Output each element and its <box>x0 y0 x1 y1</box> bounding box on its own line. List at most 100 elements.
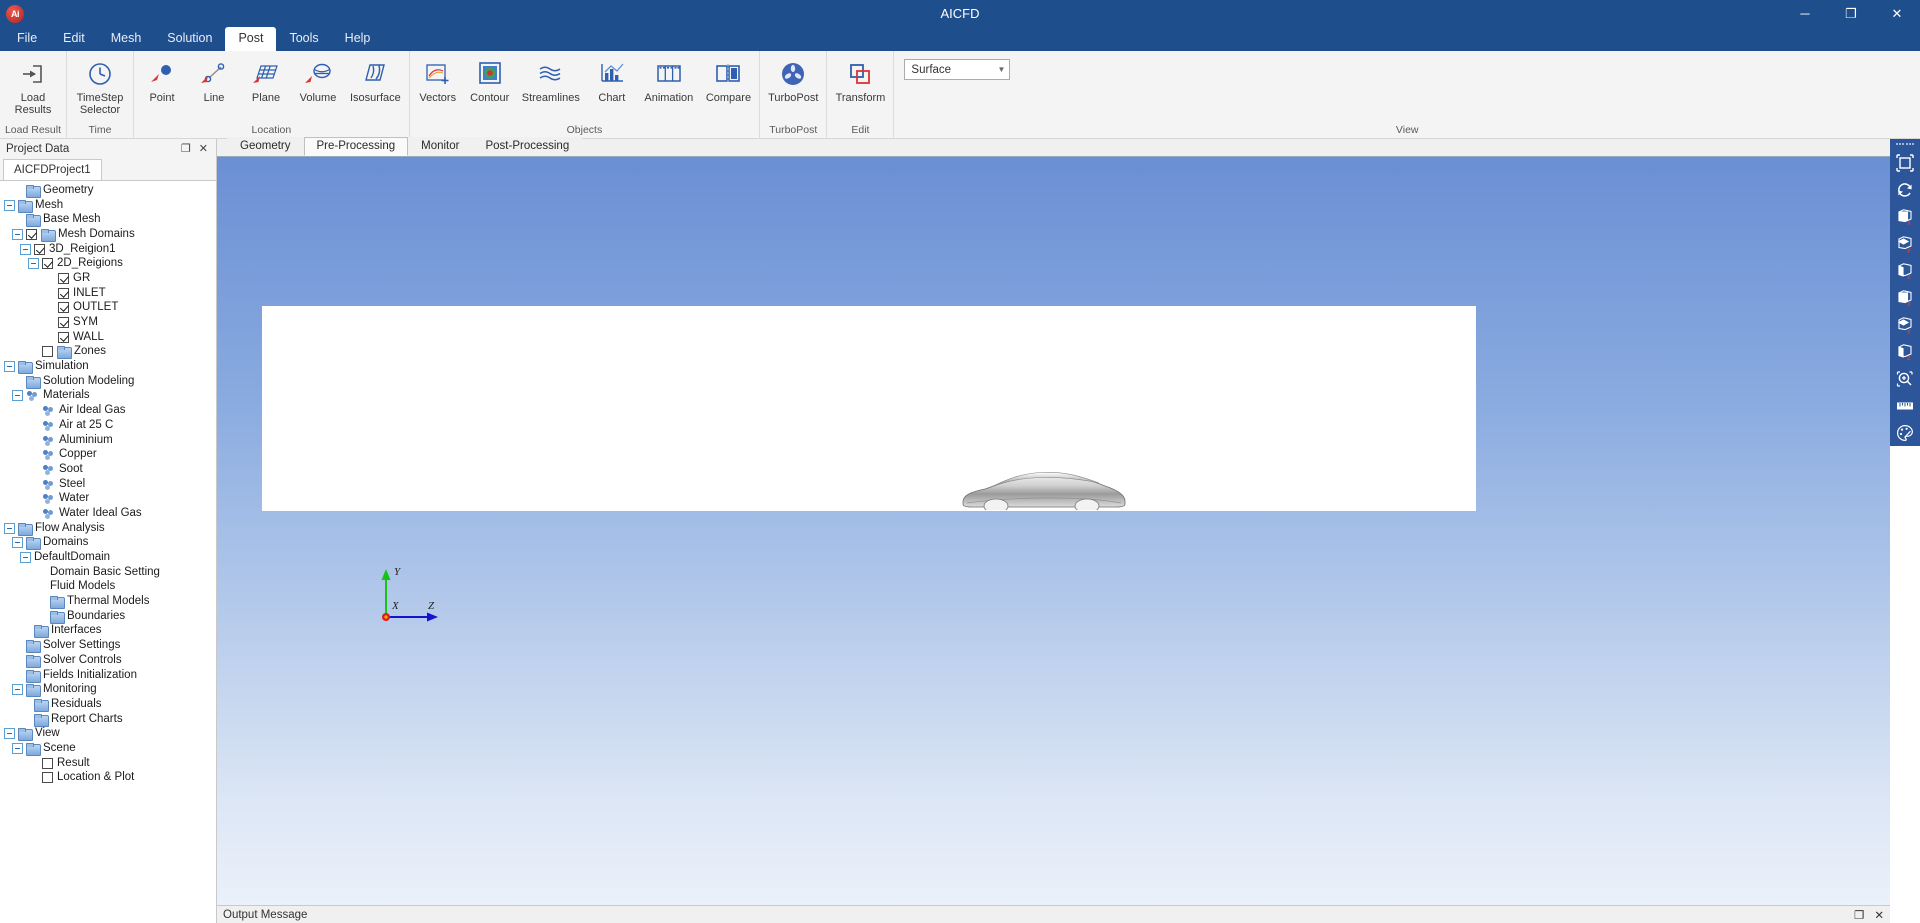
maximize-button[interactable]: ❐ <box>1828 0 1874 27</box>
minimize-button[interactable]: ─ <box>1782 0 1828 27</box>
tree-node-view[interactable]: View <box>0 726 216 742</box>
collapse-icon[interactable] <box>4 361 15 373</box>
panel-close-icon[interactable]: ✕ <box>199 143 208 155</box>
tree-node-water[interactable]: Water <box>0 491 216 506</box>
view-neg-z-icon[interactable]: z <box>1892 338 1918 365</box>
tree-node-fluid-models[interactable]: Fluid Models <box>0 580 216 595</box>
tree-node-domain-basic-setting[interactable]: Domain Basic Setting <box>0 565 216 580</box>
viewport-tab-monitor[interactable]: Monitor <box>408 137 473 156</box>
color-palette-icon[interactable] <box>1892 419 1918 446</box>
menu-item-edit[interactable]: Edit <box>50 27 98 51</box>
collapse-icon[interactable] <box>4 728 15 740</box>
viewport-tab-geometry[interactable]: Geometry <box>227 137 304 156</box>
tree-node-flow-analysis[interactable]: Flow Analysis <box>0 521 216 536</box>
tree-node-soot[interactable]: Soot <box>0 462 216 477</box>
tree-node-domains[interactable]: Domains <box>0 536 216 551</box>
ribbon-button-streamlines[interactable]: Streamlines <box>516 55 586 121</box>
tree-checkbox[interactable] <box>42 346 53 358</box>
tree-node-materials[interactable]: Materials <box>0 389 216 404</box>
close-button[interactable]: ✕ <box>1874 0 1920 27</box>
tree-checkbox[interactable] <box>58 302 69 314</box>
tree-node-solution-modeling[interactable]: Solution Modeling <box>0 374 216 389</box>
ribbon-button-transform[interactable]: Transform <box>829 55 891 121</box>
3d-viewport[interactable]: Y X Z Output Message ❐ ✕ <box>217 157 1890 923</box>
tree-node-mesh[interactable]: Mesh <box>0 198 216 213</box>
tree-node-fields-initialization[interactable]: Fields Initialization <box>0 668 216 683</box>
menu-item-help[interactable]: Help <box>332 27 384 51</box>
menu-item-post[interactable]: Post <box>225 27 277 51</box>
tree-node-gr[interactable]: GR <box>0 271 216 286</box>
chevron-down-icon[interactable]: ▼ <box>998 65 1006 74</box>
collapse-icon[interactable] <box>12 684 23 696</box>
tree-node-scene[interactable]: Scene <box>0 741 216 756</box>
tree-node-2d-reigions[interactable]: 2D_Reigions <box>0 256 216 271</box>
tree-checkbox[interactable] <box>42 258 53 270</box>
tree-node-air-at-25-c[interactable]: Air at 25 C <box>0 418 216 433</box>
tree-node-wall[interactable]: WALL <box>0 330 216 345</box>
collapse-icon[interactable] <box>4 199 15 211</box>
ribbon-button-volume[interactable]: Volume <box>292 55 344 121</box>
collapse-icon[interactable] <box>4 522 15 534</box>
view-pos-x-icon[interactable]: x <box>1892 203 1918 230</box>
menu-item-mesh[interactable]: Mesh <box>98 27 155 51</box>
tree-node-simulation[interactable]: Simulation <box>0 359 216 375</box>
ribbon-button-line[interactable]: Line <box>188 55 240 121</box>
tree-node-aluminium[interactable]: Aluminium <box>0 433 216 448</box>
tree-node-result[interactable]: Result <box>0 756 216 771</box>
output-close-icon[interactable]: ✕ <box>1874 908 1884 922</box>
tree-node-outlet[interactable]: OUTLET <box>0 301 216 316</box>
menu-item-tools[interactable]: Tools <box>276 27 331 51</box>
collapse-icon[interactable] <box>12 228 23 240</box>
ribbon-button-chart[interactable]: Chart <box>586 55 638 121</box>
collapse-icon[interactable] <box>20 243 31 255</box>
ribbon-button-point[interactable]: Point <box>136 55 188 121</box>
ribbon-button-vectors[interactable]: Vectors <box>412 55 464 121</box>
ribbon-button-load-results[interactable]: Load Results <box>2 55 64 121</box>
tree-checkbox[interactable] <box>58 317 69 329</box>
project-tab[interactable]: AICFDProject1 <box>3 159 102 180</box>
collapse-icon[interactable] <box>28 258 39 270</box>
menu-item-solution[interactable]: Solution <box>154 27 225 51</box>
ribbon-button-contour[interactable]: Contour <box>464 55 516 121</box>
tree-node-mesh-domains[interactable]: Mesh Domains <box>0 227 216 242</box>
tree-node-copper[interactable]: Copper <box>0 447 216 462</box>
tree-node-inlet[interactable]: INLET <box>0 286 216 301</box>
tree-node-base-mesh[interactable]: Base Mesh <box>0 212 216 228</box>
tree-node-defaultdomain[interactable]: DefaultDomain <box>0 550 216 565</box>
collapse-icon[interactable] <box>12 537 23 549</box>
tree-checkbox[interactable] <box>58 272 69 284</box>
tree-node-solver-settings[interactable]: Solver Settings <box>0 638 216 654</box>
car-geometry-model[interactable] <box>959 462 1129 510</box>
tree-checkbox[interactable] <box>42 772 53 784</box>
ribbon-button-turbopost[interactable]: TurboPost <box>762 55 824 121</box>
toolbar-drag-handle[interactable] <box>1896 141 1914 146</box>
ribbon-button-isosurface[interactable]: Isosurface <box>344 55 407 121</box>
tree-node-3d-reigion1[interactable]: 3D_Reigion1 <box>0 242 216 257</box>
ribbon-button-animation[interactable]: Animation <box>638 55 700 121</box>
view-neg-x-icon[interactable]: x <box>1892 284 1918 311</box>
tree-node-report-charts[interactable]: Report Charts <box>0 712 216 727</box>
tree-node-boundaries[interactable]: Boundaries <box>0 609 216 624</box>
panel-restore-icon[interactable]: ❐ <box>181 143 191 155</box>
fit-to-view-icon[interactable] <box>1892 149 1918 176</box>
tree-checkbox[interactable] <box>26 228 37 240</box>
tree-node-water-ideal-gas[interactable]: Water Ideal Gas <box>0 506 216 521</box>
tree-node-solver-controls[interactable]: Solver Controls <box>0 653 216 668</box>
output-restore-icon[interactable]: ❐ <box>1854 908 1864 922</box>
tree-node-sym[interactable]: SYM <box>0 315 216 330</box>
project-tree[interactable]: Geometry Mesh Base Mesh Mesh Domains 3D_Reig… <box>0 180 216 923</box>
tree-node-monitoring[interactable]: Monitoring <box>0 682 216 698</box>
tree-node-air-ideal-gas[interactable]: Air Ideal Gas <box>0 403 216 418</box>
zoom-box-icon[interactable] <box>1892 365 1918 392</box>
menu-item-file[interactable]: File <box>4 27 50 51</box>
collapse-icon[interactable] <box>12 742 23 754</box>
view-pos-y-icon[interactable]: y <box>1892 230 1918 257</box>
tree-checkbox[interactable] <box>58 287 69 299</box>
tree-node-residuals[interactable]: Residuals <box>0 697 216 712</box>
view-pos-z-icon[interactable]: z <box>1892 257 1918 284</box>
ribbon-button-plane[interactable]: Plane <box>240 55 292 121</box>
viewport-tab-pre-processing[interactable]: Pre-Processing <box>303 137 409 156</box>
view-neg-y-icon[interactable]: y <box>1892 311 1918 338</box>
reset-rotate-icon[interactable] <box>1892 176 1918 203</box>
view-mode-select[interactable]: Surface ▼ <box>904 59 1011 80</box>
